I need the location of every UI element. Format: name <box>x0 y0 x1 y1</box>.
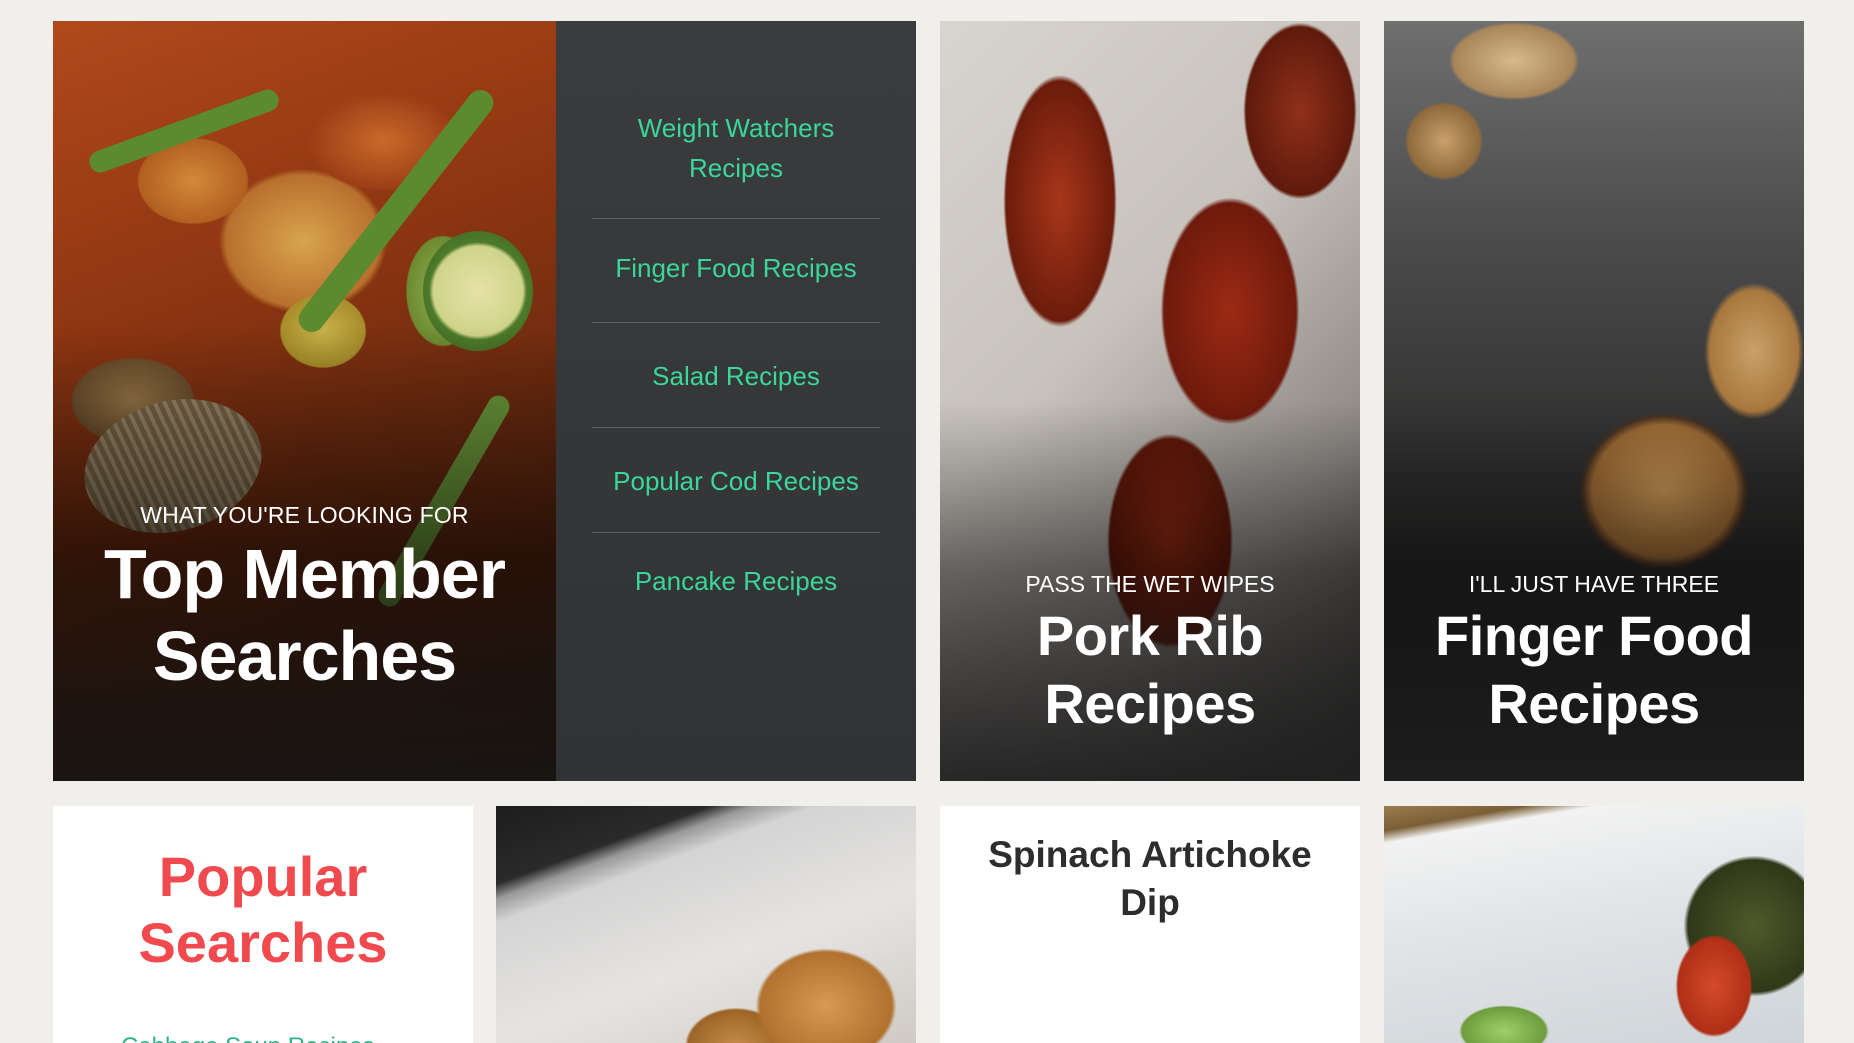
search-link-salad[interactable]: Salad Recipes <box>592 323 880 428</box>
search-link-finger-food[interactable]: Finger Food Recipes <box>592 219 880 323</box>
popular-search-link[interactable]: Cabbage Soup Recipes <box>121 1032 375 1043</box>
card-caption: PASS THE WET WIPES Pork Rib Recipes <box>940 568 1360 738</box>
top-searches-list: Weight Watchers Recipes Finger Food Reci… <box>556 21 916 781</box>
card-title[interactable]: Pork Rib Recipes <box>940 602 1360 738</box>
search-link-pancake[interactable]: Pancake Recipes <box>592 533 880 601</box>
card-title[interactable]: Spinach Artichoke Dip <box>940 831 1360 927</box>
card-eyebrow: PASS THE WET WIPES <box>1025 571 1275 597</box>
salad-plate-image-card[interactable] <box>1384 806 1804 1043</box>
card-caption: I'LL JUST HAVE THREE Finger Food Recipes <box>1384 568 1804 738</box>
popular-searches-card: Popular Searches Cabbage Soup Recipes <box>53 806 473 1043</box>
pork-rib-recipes-card[interactable]: PASS THE WET WIPES Pork Rib Recipes <box>940 21 1360 781</box>
finger-food-recipes-card[interactable]: I'LL JUST HAVE THREE Finger Food Recipes <box>1384 21 1804 781</box>
recipe-grid-page: WHAT YOU'RE LOOKING FOR Top Member Searc… <box>0 0 1854 1043</box>
card-eyebrow: I'LL JUST HAVE THREE <box>1468 571 1720 597</box>
top-member-searches-card: WHAT YOU'RE LOOKING FOR Top Member Searc… <box>53 21 916 781</box>
popular-searches-title: Popular Searches <box>138 845 388 974</box>
search-link-cod[interactable]: Popular Cod Recipes <box>592 428 880 533</box>
search-link-weight-watchers[interactable]: Weight Watchers Recipes <box>592 21 880 219</box>
hero-caption: WHAT YOU'RE LOOKING FOR Top Member Searc… <box>53 499 556 697</box>
hero-eyebrow: WHAT YOU'RE LOOKING FOR <box>140 502 469 528</box>
card-title[interactable]: Finger Food Recipes <box>1384 602 1804 738</box>
vegetable-soup-image[interactable]: WHAT YOU'RE LOOKING FOR Top Member Searc… <box>53 21 556 781</box>
fried-food-image-card[interactable] <box>496 806 916 1043</box>
hero-title[interactable]: Top Member Searches <box>53 533 556 697</box>
spinach-artichoke-dip-card[interactable]: Spinach Artichoke Dip <box>940 806 1360 1043</box>
